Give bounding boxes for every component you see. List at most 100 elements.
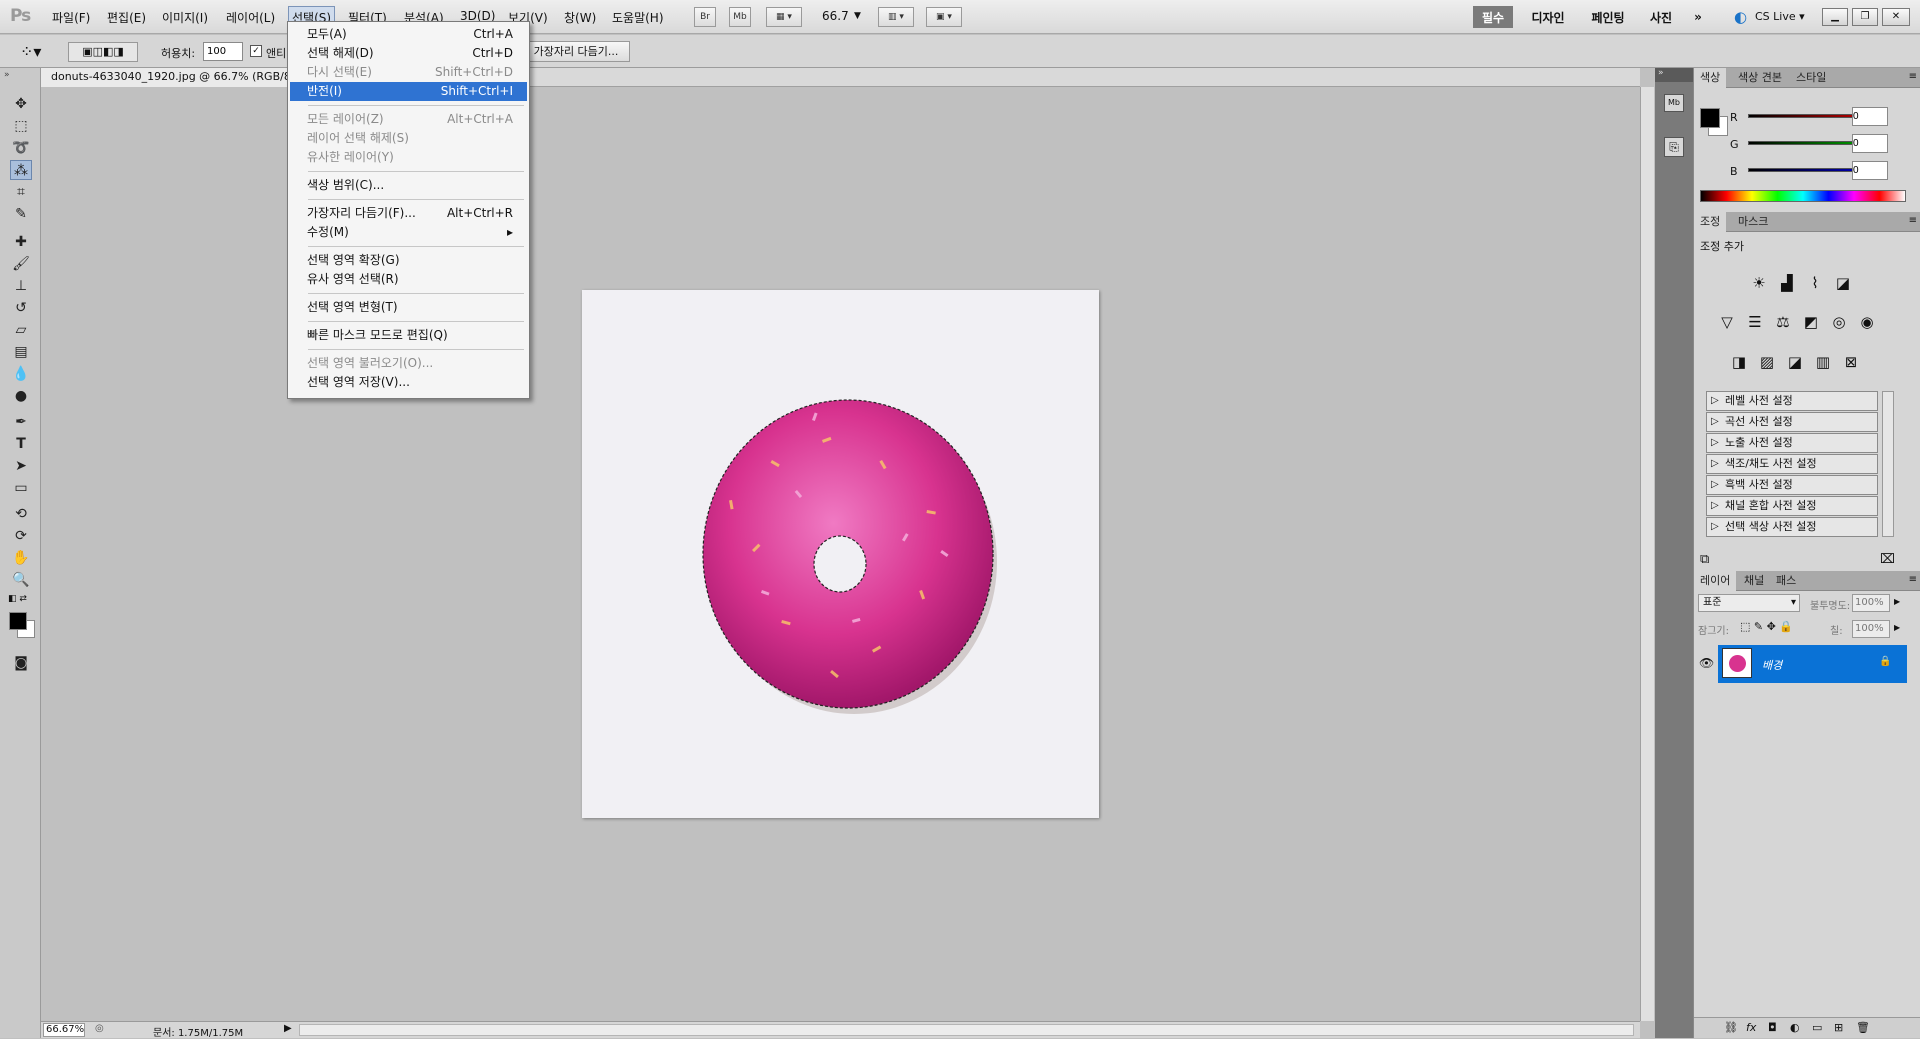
zoom-tool-icon[interactable]: 🔍 — [10, 570, 32, 590]
exposure-icon[interactable]: ◪ — [1832, 272, 1854, 294]
clone-stamp-tool-icon[interactable]: ⊥ — [10, 276, 32, 296]
select-menu-item[interactable]: 모두(A) Ctrl+A — [290, 25, 527, 44]
tab-swatches[interactable]: 색상 견본 — [1732, 68, 1788, 88]
view-extras-button[interactable]: ▦ ▾ — [766, 7, 802, 27]
black-white-icon[interactable]: ◩ — [1800, 311, 1822, 333]
lasso-tool-icon[interactable]: ➰ — [10, 138, 32, 158]
document-tab[interactable]: donuts-4633040_1920.jpg @ 66.7% (RGB/8 — [41, 68, 326, 87]
document-canvas[interactable] — [582, 290, 1099, 818]
history-brush-tool-icon[interactable]: ↺ — [10, 298, 32, 318]
fx-icon[interactable]: fx — [1746, 1021, 1756, 1034]
foreground-color-swatch[interactable] — [9, 612, 27, 630]
minimize-button[interactable]: ▁ — [1822, 8, 1848, 26]
3d-orbit-tool-icon[interactable]: ⟳ — [10, 526, 32, 546]
curves-icon[interactable]: ⌇ — [1804, 272, 1826, 294]
select-menu-item[interactable]: 선택 영역 저장(V)... — [290, 373, 527, 392]
link-layers-icon[interactable]: ⛓ — [1724, 1021, 1738, 1034]
new-group-icon[interactable]: ▭ — [1812, 1021, 1822, 1034]
type-tool-icon[interactable]: T — [10, 434, 32, 454]
move-tool-icon[interactable]: ✥ — [10, 94, 32, 114]
workspace-essentials[interactable]: 필수 — [1473, 6, 1513, 28]
chevron-down-icon[interactable]: ▼ — [854, 11, 861, 21]
shape-tool-icon[interactable]: ▭ — [10, 478, 32, 498]
status-zoom[interactable]: 66.67% — [43, 1023, 85, 1037]
vertical-scrollbar[interactable] — [1640, 87, 1654, 1021]
chevron-right-icon[interactable]: ▶ — [1894, 597, 1900, 606]
selective-color-icon[interactable]: ⊠ — [1840, 351, 1862, 373]
preset-levels[interactable]: 레벨 사전 설정 — [1706, 391, 1878, 411]
new-adjustment-icon[interactable]: ◐ — [1790, 1021, 1800, 1034]
history-panel-icon[interactable]: ⎘ — [1664, 137, 1684, 157]
select-menu-item[interactable]: 가장자리 다듬기(F)... Alt+Ctrl+R — [290, 204, 527, 223]
trash-icon[interactable]: 🗑 — [1856, 1021, 1870, 1034]
eraser-tool-icon[interactable]: ▱ — [10, 320, 32, 340]
mini-bridge-panel-icon[interactable]: Mb — [1664, 94, 1684, 112]
new-layer-icon[interactable]: ⊞ — [1834, 1021, 1843, 1034]
restore-button[interactable]: ❐ — [1852, 8, 1878, 26]
magic-wand-tool-icon[interactable]: ⁂ — [10, 160, 32, 180]
antialias-checkbox[interactable]: ✓ — [250, 45, 262, 57]
menu-image[interactable]: 이미지(I) — [162, 9, 208, 26]
magic-wand-preset-icon[interactable]: ⁘▾ — [20, 42, 41, 61]
marquee-tool-icon[interactable]: ⬚ — [10, 116, 32, 136]
threshold-icon[interactable]: ◪ — [1784, 351, 1806, 373]
refine-edge-button[interactable]: 가장자리 다듬기... — [522, 41, 630, 62]
levels-icon[interactable]: ▟ — [1776, 272, 1798, 294]
workspace-painting[interactable]: 페인팅 — [1584, 6, 1632, 28]
mini-bridge-button[interactable]: Mb — [729, 7, 751, 27]
preset-channel-mixer[interactable]: 채널 혼합 사전 설정 — [1706, 496, 1878, 516]
workspace-design[interactable]: 디자인 — [1524, 6, 1572, 28]
opacity-input[interactable]: 100% — [1852, 594, 1890, 612]
color-spectrum-bar[interactable] — [1700, 190, 1906, 202]
3d-rotate-tool-icon[interactable]: ⟲ — [10, 504, 32, 524]
blur-tool-icon[interactable]: 💧 — [10, 364, 32, 384]
eyedropper-tool-icon[interactable]: ✎ — [10, 204, 32, 224]
layer-name[interactable]: 배경 — [1762, 657, 1782, 673]
eye-icon[interactable]: 👁 — [1699, 656, 1714, 670]
gradient-map-icon[interactable]: ▥ — [1812, 351, 1834, 373]
arrange-documents-button[interactable]: ▥ ▾ — [878, 7, 914, 27]
tab-paths[interactable]: 패스 — [1770, 571, 1802, 591]
tolerance-input[interactable] — [203, 42, 243, 61]
adjustment-clip-icon[interactable]: ⧉ — [1700, 552, 1709, 567]
crop-tool-icon[interactable]: ⌗ — [10, 182, 32, 202]
menu-layer[interactable]: 레이어(L) — [226, 9, 275, 26]
tab-channels[interactable]: 채널 — [1738, 571, 1770, 591]
hand-tool-icon[interactable]: ✋ — [10, 548, 32, 568]
presets-scrollbar[interactable] — [1882, 391, 1894, 537]
brush-tool-icon[interactable]: 🖌 — [10, 254, 32, 274]
add-mask-icon[interactable]: ◘ — [1768, 1021, 1777, 1034]
menu-help[interactable]: 도움말(H) — [612, 9, 664, 26]
select-menu-item[interactable]: 선택 영역 변형(T) — [290, 298, 527, 317]
preset-curves[interactable]: 곡선 사전 설정 — [1706, 412, 1878, 432]
cslive-icon[interactable]: ◐ — [1734, 8, 1754, 26]
menu-file[interactable]: 파일(F) — [52, 9, 90, 26]
default-colors-icon[interactable]: ◧ ⇄ — [8, 594, 27, 604]
color-balance-icon[interactable]: ⚖ — [1772, 311, 1794, 333]
b-input[interactable] — [1852, 161, 1888, 180]
screen-mode-button[interactable]: ▣ ▾ — [926, 7, 962, 27]
select-menu-item[interactable]: 유사 영역 선택(R) — [290, 270, 527, 289]
select-menu-item[interactable]: 선택 영역 확장(G) — [290, 251, 527, 270]
tab-layers[interactable]: 레이어 — [1694, 571, 1737, 591]
select-menu-item[interactable]: 색상 범위(C)... — [290, 176, 527, 195]
gradient-tool-icon[interactable]: ▤ — [10, 342, 32, 362]
invert-icon[interactable]: ◨ — [1728, 351, 1750, 373]
photo-filter-icon[interactable]: ◎ — [1828, 311, 1850, 333]
workspace-photography[interactable]: 사진 — [1643, 6, 1679, 28]
channel-mixer-icon[interactable]: ◉ — [1856, 311, 1878, 333]
brightness-icon[interactable]: ☀ — [1748, 272, 1770, 294]
dock-collapse-icon[interactable]: » — [1655, 68, 1693, 82]
panel-menu-icon[interactable]: ≡ — [1909, 215, 1917, 226]
close-button[interactable]: ✕ — [1882, 8, 1910, 26]
color-fg-swatch[interactable] — [1700, 108, 1720, 128]
healing-brush-tool-icon[interactable]: ✚ — [10, 232, 32, 252]
select-menu-item[interactable]: 반전(I) Shift+Ctrl+I — [290, 82, 527, 101]
r-input[interactable] — [1852, 107, 1888, 126]
selection-mode-buttons[interactable]: ▣◫◧◨ — [68, 42, 138, 62]
fill-input[interactable]: 100% — [1852, 620, 1890, 638]
hue-saturation-icon[interactable]: ☰ — [1744, 311, 1766, 333]
tab-color[interactable]: 색상 — [1694, 68, 1727, 88]
select-menu-item[interactable]: 수정(M) ▸ — [290, 223, 527, 242]
select-menu-item[interactable]: 빠른 마스크 모드로 편집(Q) — [290, 326, 527, 345]
